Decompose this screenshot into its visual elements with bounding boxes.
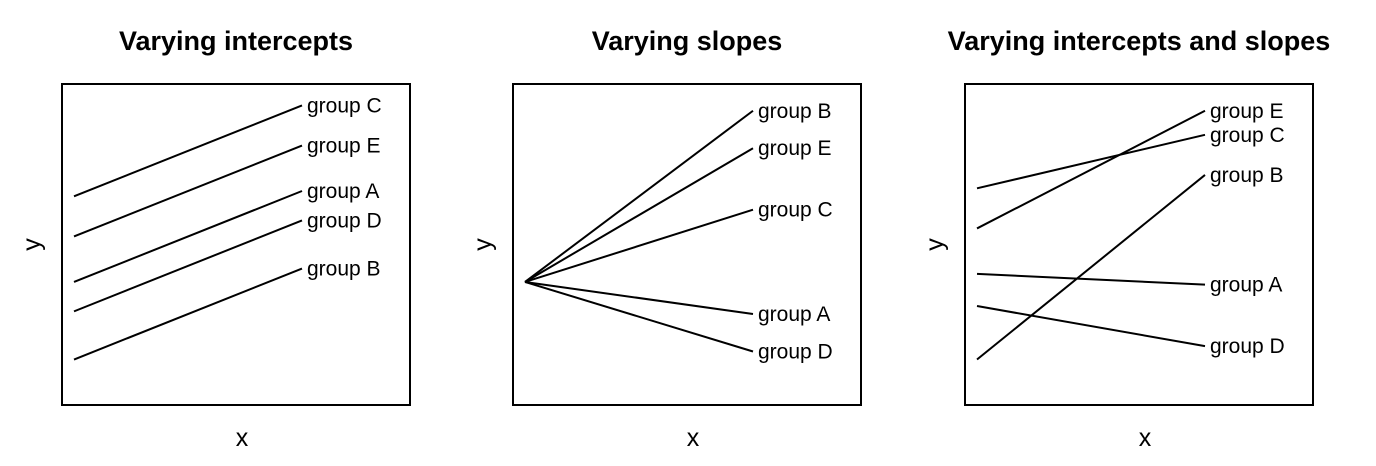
- series-label: group B: [1210, 164, 1284, 187]
- series-line-group-b: [976, 174, 1206, 361]
- series-line-group-a: [524, 280, 754, 316]
- y-axis-label: y: [18, 238, 46, 251]
- y-axis-label: y: [921, 238, 949, 251]
- series-line-group-d: [524, 280, 754, 353]
- x-axis-label: x: [236, 424, 249, 452]
- series-label: group B: [307, 258, 381, 281]
- series-label: group C: [758, 199, 833, 222]
- panel-title: Varying slopes: [592, 26, 783, 56]
- series-line-group-d: [976, 305, 1206, 348]
- series-label: group A: [758, 303, 830, 326]
- series-line-group-a: [976, 272, 1206, 286]
- panel-1: Varying intercepts x y group C group E group …: [18, 26, 411, 452]
- series-line-group-b: [524, 109, 754, 283]
- series-label: group A: [307, 180, 379, 203]
- series-label: group A: [1210, 274, 1282, 297]
- y-axis-label: y: [469, 238, 497, 251]
- series-line-group-d: [73, 219, 303, 313]
- series-label: group E: [1210, 100, 1284, 123]
- panel-2: Varying slopes x y group B group E group C gro…: [469, 26, 862, 452]
- series-line-group-a: [73, 190, 303, 283]
- series-line-group-c: [976, 133, 1206, 190]
- series-line-group-c: [73, 104, 303, 198]
- series-label: group B: [758, 100, 832, 123]
- figure-three-panels: Varying interceptsxygroup Cgroup Egroup …: [18, 26, 1330, 452]
- series-label: group E: [307, 135, 381, 158]
- series-label: group C: [307, 94, 382, 117]
- series-label: group E: [758, 137, 832, 160]
- panel-title: Varying intercepts and slopes: [948, 26, 1331, 56]
- panel-3: Varying intercepts and slopesxygroup Egr…: [921, 26, 1330, 452]
- series-line-group-c: [524, 208, 754, 283]
- series-line-group-b: [73, 267, 303, 361]
- series-line-group-e: [73, 144, 303, 238]
- x-axis-label: x: [1139, 424, 1152, 452]
- series-label: group D: [758, 341, 833, 364]
- x-axis-label: x: [687, 424, 700, 452]
- panel-title: Varying intercepts: [119, 26, 353, 56]
- series-label: group D: [307, 209, 382, 232]
- series-line-group-e: [976, 109, 1206, 230]
- series-label: group C: [1210, 124, 1285, 147]
- series-label: group D: [1210, 335, 1285, 358]
- series-line-group-e: [524, 147, 754, 283]
